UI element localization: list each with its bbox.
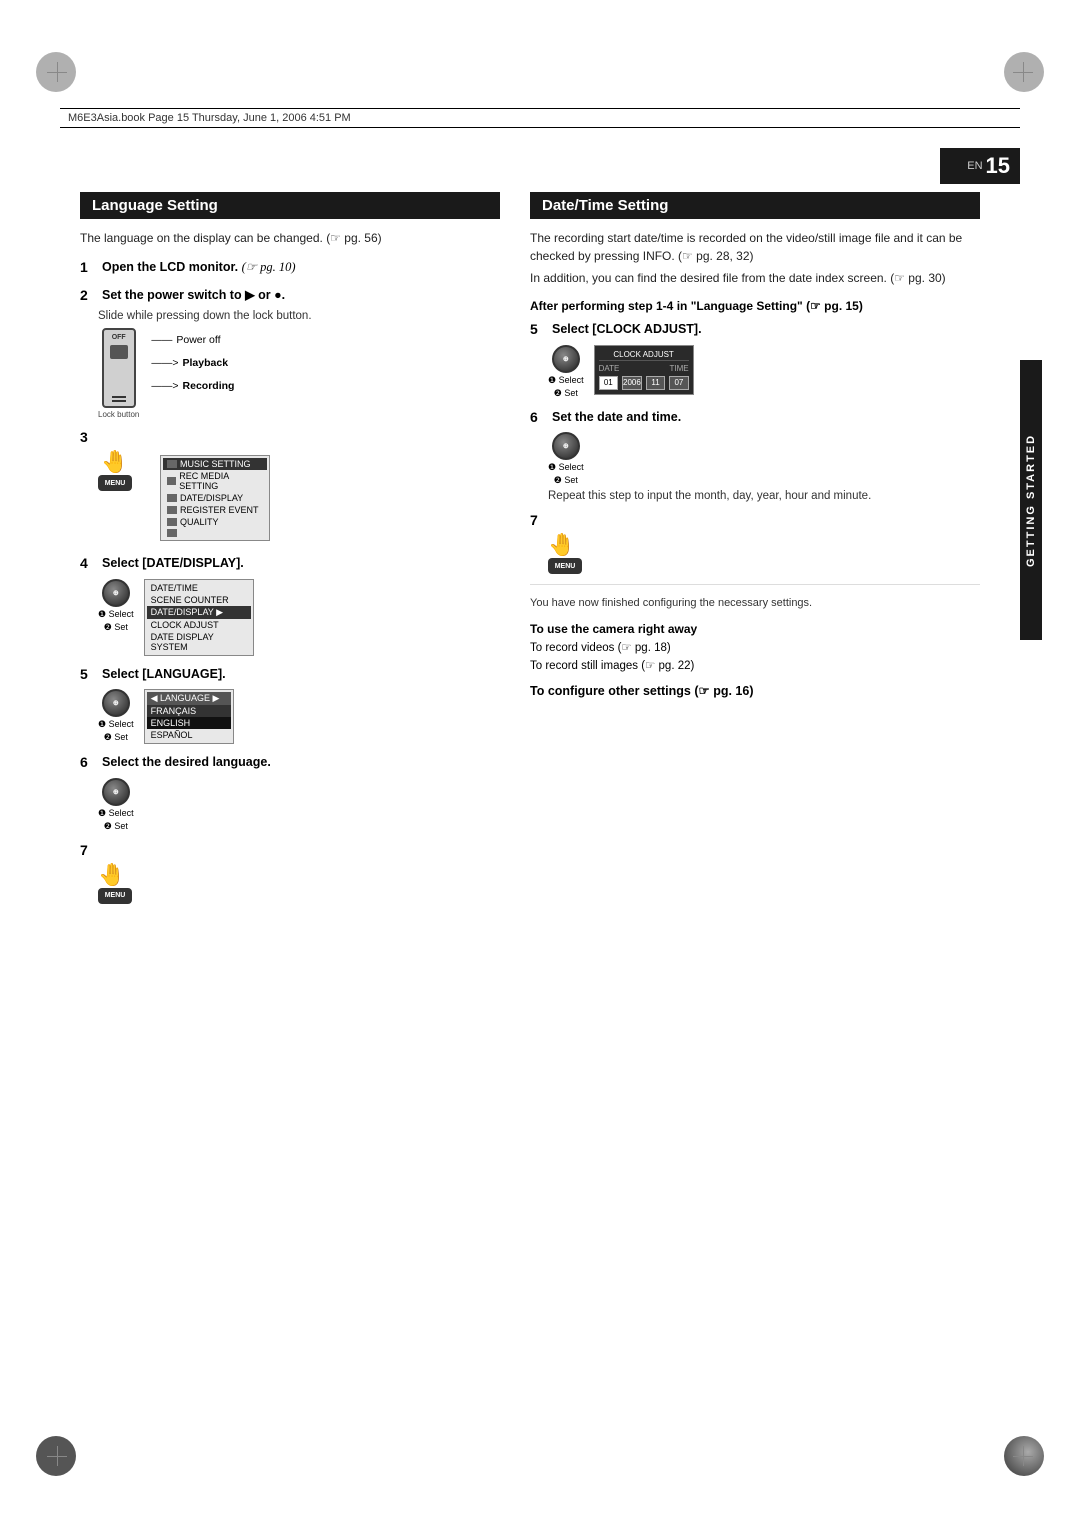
content-area: Language Setting The language on the dis… [80, 192, 980, 1428]
reg-cross-tr [1013, 62, 1033, 82]
language-setting-header: Language Setting [80, 192, 500, 219]
step-6-right-text: Set the date and time. [552, 409, 980, 427]
menu-item: MUSIC SETTING [163, 458, 267, 470]
step-2: 2 Set the power switch to ▶ or ●. Slide … [80, 287, 500, 420]
step-6: 6 Select the desired language. ⊕ ❶ Selec… [80, 754, 500, 832]
step-7-right-num: 7 [530, 512, 548, 528]
step-1-text: Open the LCD monitor. (☞ pg. 10) [102, 259, 500, 277]
step-3: 3 🤚 MENU MUSIC SETTING R [80, 429, 500, 545]
menu-item-scene: SCENE COUNTER [147, 594, 251, 606]
date-time-intro: The recording start date/time is recorde… [530, 229, 980, 287]
page-number-block: EN 15 [940, 148, 1020, 184]
camera-right-away-section: To use the camera right away To record v… [530, 622, 980, 676]
power-switch-diagram: OFF Lock button —— Power off [98, 328, 500, 419]
step-5-lang: 5 Select [LANGUAGE]. ⊕ ❶ Select ❷ Set ◀ [80, 666, 500, 745]
step-1: 1 Open the LCD monitor. (☞ pg. 10) [80, 259, 500, 277]
menu-item: REGISTER EVENT [163, 504, 267, 516]
menu-item [163, 528, 267, 538]
menu-item-datesys: DATE DISPLAY SYSTEM [147, 631, 251, 653]
camera-right-away-lines: To record videos (☞ pg. 18) To record st… [530, 639, 980, 676]
book-info-text: M6E3Asia.book Page 15 Thursday, June 1, … [68, 112, 351, 124]
menu-item: QUALITY [163, 516, 267, 528]
menu-item: REC MEDIA SETTING [163, 470, 267, 492]
step-5-lang-num: 5 [80, 666, 98, 682]
step-4-text: Select [DATE/DISPLAY]. [102, 555, 500, 573]
left-column: Language Setting The language on the dis… [80, 192, 500, 1428]
step-4-diagram: ⊕ ❶ Select ❷ Set DATE/TIME SCENE COUNTER… [98, 579, 500, 656]
step-6-num: 6 [80, 754, 98, 770]
step-2-text: Set the power switch to ▶ or ●. [102, 287, 500, 305]
step-5-right-diagram: ⊕ ❶ Select ❷ Set CLOCK ADJUST DATE TIME [548, 345, 980, 399]
step-5-right: 5 Select [CLOCK ADJUST]. ⊕ ❶ Select ❷ Se… [530, 321, 980, 399]
step-7-lang-num: 7 [80, 842, 98, 858]
other-settings-text: To configure other settings (☞ pg. 16) [530, 684, 753, 698]
step-6-text: Select the desired language. [102, 754, 500, 772]
camera-right-away-header: To use the camera right away [530, 622, 980, 636]
step-6-right-note: Repeat this step to input the month, day… [548, 490, 980, 502]
knob-select-6: ⊕ [102, 778, 130, 806]
step-2-sub: Slide while pressing down the lock butto… [98, 310, 500, 322]
date-cell-1: 01 [599, 376, 618, 390]
date-cell-2: 2006 [622, 376, 642, 390]
power-labels: —— Power off ——> Playback ——> Recording [151, 328, 234, 398]
step-6-right-diagram: ⊕ ❶ Select ❷ Set [548, 432, 980, 486]
menu-item-datedisplay: DATE/DISPLAY ▶ [147, 606, 251, 619]
step-1-num: 1 [80, 259, 98, 275]
book-info-bar: M6E3Asia.book Page 15 Thursday, June 1, … [60, 108, 1020, 128]
section-divider [530, 584, 980, 585]
after-performing-text: After performing step 1-4 in "Language S… [530, 299, 980, 313]
step-4: 4 Select [DATE/DISPLAY]. ⊕ ❶ Select ❷ Se… [80, 555, 500, 656]
date-cell-3: 11 [646, 376, 665, 390]
knob-select-4: ⊕ [102, 579, 130, 607]
step-5-diagram: ⊕ ❶ Select ❷ Set ◀ LANGUAGE ▶ FRANÇAIS E… [98, 689, 500, 744]
language-submenu-screen: ◀ LANGUAGE ▶ FRANÇAIS ENGLISH ESPAÑOL [144, 689, 234, 744]
menu-item-clockadj: CLOCK ADJUST [147, 619, 251, 631]
step-7-right: 7 🤚 MENU [530, 512, 980, 574]
date-cell-4: 07 [669, 376, 688, 390]
date-display-screen: DATE/TIME SCENE COUNTER DATE/DISPLAY ▶ C… [144, 579, 254, 656]
en-label: EN [967, 160, 982, 172]
reg-cross-bl [47, 1446, 67, 1466]
knob-select-6r: ⊕ [552, 432, 580, 460]
reg-cross-br [1013, 1446, 1033, 1466]
step-2-num: 2 [80, 287, 98, 303]
menu-screen-step3: MUSIC SETTING REC MEDIA SETTING DATE/DIS… [160, 455, 270, 541]
page-number: 15 [986, 153, 1010, 179]
step-6-right: 6 Set the date and time. ⊕ ❶ Select ❷ Se… [530, 409, 980, 503]
step-6-right-num: 6 [530, 409, 548, 425]
step-4-num: 4 [80, 555, 98, 571]
step-3-num: 3 [80, 429, 98, 445]
clock-adjust-screen: CLOCK ADJUST DATE TIME 01 2006 11 07 [594, 345, 694, 395]
knob-select-5r: ⊕ [552, 345, 580, 373]
date-time-header: Date/Time Setting [530, 192, 980, 219]
getting-started-sidebar: GETTING STARTED [1020, 360, 1042, 640]
completion-section: You have now finished configuring the ne… [530, 595, 980, 612]
step-5-right-num: 5 [530, 321, 548, 337]
other-settings-section: To configure other settings (☞ pg. 16) [530, 683, 980, 698]
step-5-right-text: Select [CLOCK ADJUST]. [552, 321, 980, 339]
knob-select-5: ⊕ [102, 689, 130, 717]
clock-title: CLOCK ADJUST [599, 350, 689, 361]
completion-text: You have now finished configuring the ne… [530, 595, 980, 612]
right-column: Date/Time Setting The recording start da… [530, 192, 980, 1428]
step-5-lang-text: Select [LANGUAGE]. [102, 666, 500, 684]
menu-item-datetime: DATE/TIME [147, 582, 251, 594]
page-container: M6E3Asia.book Page 15 Thursday, June 1, … [0, 0, 1080, 1528]
reg-cross-tl [47, 62, 67, 82]
step-6-diagram: ⊕ ❶ Select ❷ Set [98, 778, 500, 832]
step-7-lang: 7 🤚 MENU [80, 842, 500, 904]
menu-item: DATE/DISPLAY [163, 492, 267, 504]
language-intro: The language on the display can be chang… [80, 229, 500, 247]
